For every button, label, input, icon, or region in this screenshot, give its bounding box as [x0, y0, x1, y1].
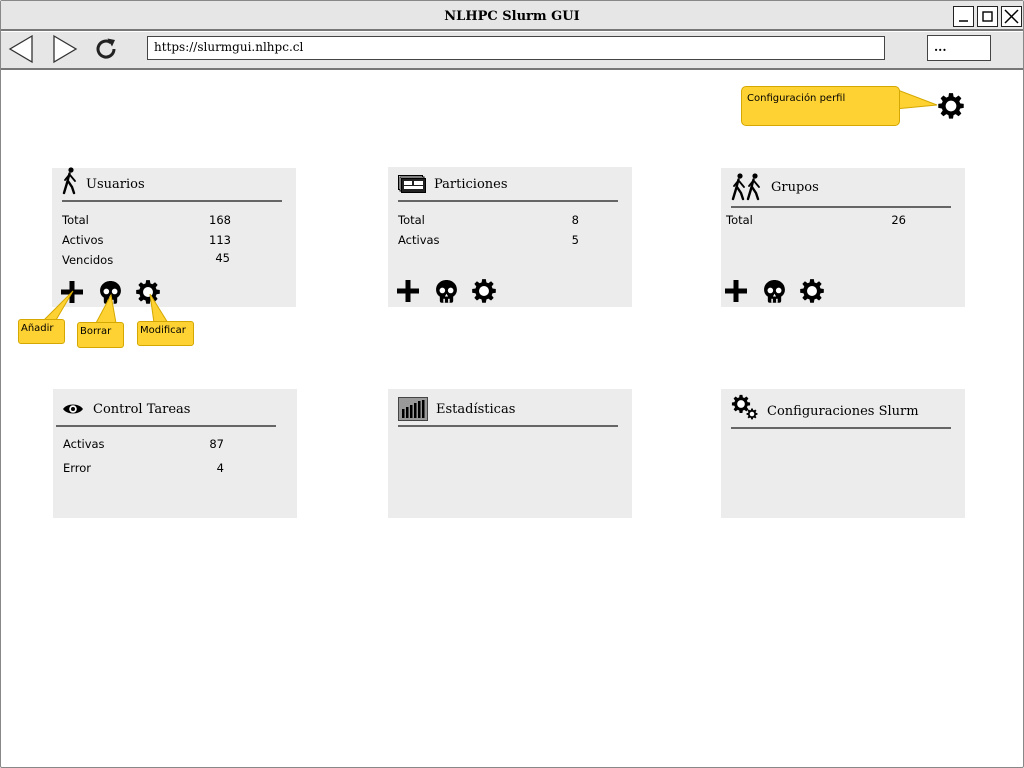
- card-estadisticas: Estadísticas: [388, 389, 632, 518]
- stat-label: Vencidos: [62, 253, 114, 267]
- grupos-actions: [723, 278, 825, 304]
- gear-icon[interactable]: [799, 278, 825, 304]
- profile-settings-gear-icon[interactable]: [937, 92, 965, 124]
- particiones-actions: [395, 278, 497, 304]
- stat-value: 168: [209, 213, 231, 227]
- stat-value: 113: [209, 233, 231, 247]
- address-bar[interactable]: https://slurmgui.nlhpc.cl: [147, 36, 885, 60]
- partitions-icon: [398, 175, 426, 193]
- skull-icon[interactable]: [761, 278, 787, 304]
- close-icon[interactable]: [1001, 6, 1022, 27]
- back-arrow-icon[interactable]: [6, 34, 36, 64]
- stat-row: Total 8: [398, 213, 579, 227]
- forward-arrow-icon[interactable]: [50, 34, 80, 64]
- stat-row: Total 168: [62, 213, 231, 227]
- window-title: NLHPC Slurm GUI: [444, 9, 580, 24]
- stat-value: 87: [209, 437, 224, 451]
- stat-label: Activos: [62, 233, 104, 247]
- stat-row: Activos 113: [62, 233, 231, 247]
- profile-settings-callout: Configuración perfil: [741, 86, 900, 126]
- card-header-configuraciones-slurm: Configuraciones Slurm: [731, 394, 951, 429]
- card-header-control-tareas: Control Tareas: [56, 393, 276, 427]
- stat-label: Total: [398, 213, 425, 227]
- eye-icon: [62, 402, 84, 416]
- walking-person-icon: [62, 167, 78, 195]
- stat-value: 45: [215, 251, 230, 265]
- card-header-grupos: Grupos: [731, 168, 951, 208]
- card-title-estadisticas: Estadísticas: [436, 401, 516, 417]
- stat-value: 26: [891, 213, 906, 227]
- card-header-usuarios: Usuarios: [62, 168, 282, 202]
- card-header-estadisticas: Estadísticas: [398, 393, 618, 427]
- stat-label: Error: [63, 461, 92, 475]
- tooltip-modify: Modificar: [137, 321, 194, 346]
- stat-row: Error 4: [63, 461, 224, 475]
- card-particiones: Particiones Total 8 Activas 5: [388, 167, 632, 307]
- card-title-control-tareas: Control Tareas: [93, 401, 191, 417]
- stat-label: Total: [62, 213, 89, 227]
- stat-label: Activas: [63, 437, 105, 451]
- skull-icon[interactable]: [433, 278, 459, 304]
- card-configuraciones-slurm: Configuraciones Slurm: [721, 389, 965, 518]
- stat-value: 5: [571, 233, 579, 247]
- card-title-grupos: Grupos: [771, 179, 819, 195]
- card-header-particiones: Particiones: [398, 168, 618, 202]
- minimize-icon[interactable]: [953, 6, 974, 27]
- plus-icon[interactable]: [395, 278, 421, 304]
- card-usuarios: Usuarios Total 168 Activos 113 Vencidos …: [52, 168, 296, 307]
- card-control-tareas: Control Tareas Activas 87 Error 4: [53, 389, 297, 518]
- gear-icon[interactable]: [471, 278, 497, 304]
- card-title-usuarios: Usuarios: [86, 176, 145, 192]
- tooltip-delete: Borrar: [77, 322, 124, 348]
- title-bar: NLHPC Slurm GUI: [1, 1, 1023, 31]
- maximize-icon[interactable]: [977, 6, 998, 27]
- stat-row: Vencidos 45: [62, 251, 230, 267]
- card-title-configuraciones-slurm: Configuraciones Slurm: [767, 403, 919, 419]
- stat-value: 8: [571, 213, 579, 227]
- browser-menu-button[interactable]: ...: [927, 35, 991, 61]
- plus-icon[interactable]: [723, 278, 749, 304]
- group-walking-icon: [731, 173, 763, 201]
- bar-chart-icon: [398, 397, 428, 421]
- card-title-particiones: Particiones: [434, 176, 508, 192]
- stat-row: Total 26: [726, 213, 906, 227]
- tooltip-add: Añadir: [18, 319, 65, 344]
- stat-label: Total: [726, 213, 753, 227]
- stat-value: 4: [216, 461, 224, 475]
- navigation-bar: https://slurmgui.nlhpc.cl ...: [1, 32, 1023, 70]
- gears-icon: [731, 394, 759, 422]
- callout-pointer: [895, 88, 938, 110]
- stat-row: Activas 5: [398, 233, 579, 247]
- browser-window: NLHPC Slurm GUI https://slurmgui.nlhpc.c…: [0, 0, 1024, 768]
- stat-label: Activas: [398, 233, 440, 247]
- card-grupos: Grupos Total 26: [721, 168, 965, 307]
- stat-row: Activas 87: [63, 437, 224, 451]
- reload-icon[interactable]: [91, 34, 121, 64]
